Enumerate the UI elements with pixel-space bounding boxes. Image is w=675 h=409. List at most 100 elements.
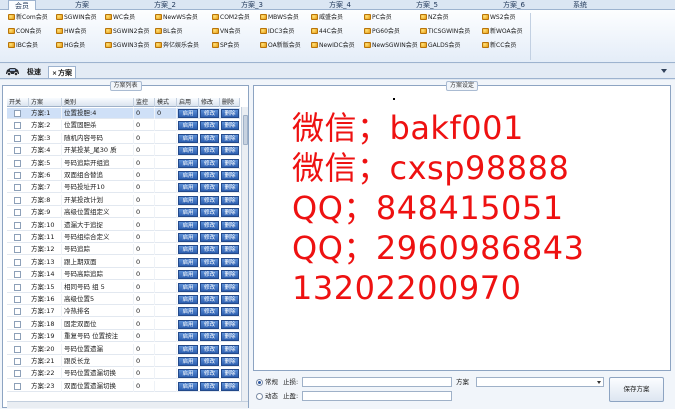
member-button[interactable]: OA新版会员 (260, 40, 301, 52)
regular-radio[interactable] (256, 379, 263, 386)
table-row[interactable]: 方案:11 号码组综合定义 0 启用 修改 删除 (7, 232, 240, 243)
edit-button[interactable]: 修改 (200, 220, 219, 230)
enable-button[interactable]: 启用 (178, 282, 198, 292)
edit-button[interactable]: 修改 (200, 183, 219, 193)
member-button[interactable]: SGWIN2会员 (105, 26, 149, 38)
table-row[interactable]: 方案:17 冷热排名 0 启用 修改 删除 (7, 306, 240, 318)
enable-button[interactable]: 启用 (178, 307, 198, 317)
edit-button[interactable]: 修改 (200, 369, 219, 379)
member-button[interactable]: SP会员 (212, 40, 239, 52)
enable-button[interactable]: 启用 (178, 332, 198, 342)
edit-button[interactable]: 修改 (200, 295, 219, 304)
row-switch-checkbox[interactable] (14, 370, 21, 378)
vertical-scrollbar[interactable] (241, 107, 248, 401)
member-button[interactable]: PG60会员 (364, 26, 400, 38)
member-button[interactable]: 新Com会员 (8, 12, 48, 24)
member-button[interactable]: CON会员 (8, 26, 41, 38)
edit-button[interactable]: 修改 (200, 171, 219, 180)
ribbon-tab-1[interactable]: 方案 (68, 0, 96, 10)
row-switch-checkbox[interactable] (14, 147, 21, 155)
delete-button[interactable]: 删除 (221, 220, 239, 230)
member-button[interactable]: NewIDC会员 (311, 40, 355, 52)
table-row[interactable]: 方案:22 号码位置遗漏切换 0 启用 修改 删除 (7, 368, 240, 380)
edit-button[interactable]: 修改 (200, 319, 219, 329)
enable-button[interactable]: 启用 (178, 344, 198, 354)
delete-button[interactable]: 删除 (221, 171, 239, 180)
row-switch-checkbox[interactable] (14, 159, 21, 167)
edit-button[interactable]: 修改 (200, 270, 219, 280)
member-button[interactable]: SGWIN3会员 (105, 40, 149, 52)
delete-button[interactable]: 删除 (221, 195, 239, 205)
row-switch-checkbox[interactable] (14, 258, 21, 266)
member-button[interactable]: IDC3会员 (260, 26, 294, 38)
row-switch-checkbox[interactable] (14, 221, 21, 229)
delete-button[interactable]: 删除 (221, 270, 239, 280)
row-switch-checkbox[interactable] (14, 296, 21, 303)
edit-button[interactable]: 修改 (200, 109, 219, 118)
edit-button[interactable]: 修改 (200, 158, 219, 168)
edit-button[interactable]: 修改 (200, 195, 219, 205)
row-switch-checkbox[interactable] (14, 271, 21, 279)
enable-button[interactable]: 启用 (178, 319, 198, 329)
row-switch-checkbox[interactable] (14, 172, 21, 179)
scheme-select[interactable] (476, 377, 604, 387)
row-switch-checkbox[interactable] (14, 246, 21, 254)
row-switch-checkbox[interactable] (14, 184, 21, 192)
delete-button[interactable]: 删除 (221, 233, 239, 242)
edit-button[interactable]: 修改 (200, 307, 219, 317)
table-row[interactable]: 方案:23 双面位置遗漏切换 0 启用 修改 删除 (7, 380, 240, 392)
dynamic-radio[interactable] (256, 393, 263, 400)
delete-button[interactable]: 删除 (221, 146, 239, 156)
edit-button[interactable]: 修改 (200, 245, 219, 255)
table-row[interactable]: 方案:7 号码投址开10 0 启用 修改 删除 (7, 182, 240, 194)
member-button[interactable]: 威盛会员 (311, 12, 343, 24)
row-switch-checkbox[interactable] (14, 122, 21, 130)
edit-button[interactable]: 修改 (200, 233, 219, 242)
enable-button[interactable]: 启用 (178, 295, 198, 304)
member-button[interactable]: IBC会员 (8, 40, 38, 52)
close-icon[interactable]: × (52, 70, 57, 77)
chevron-down-icon[interactable] (661, 69, 667, 73)
row-switch-checkbox[interactable] (14, 320, 21, 328)
enable-button[interactable]: 启用 (178, 208, 198, 218)
edit-button[interactable]: 修改 (200, 344, 219, 354)
table-row[interactable]: 方案:10 遗漏大于追捉 0 启用 修改 删除 (7, 219, 240, 231)
member-button[interactable]: NZ会员 (420, 12, 449, 24)
ribbon-tab-2[interactable]: 方案_2 (145, 0, 185, 10)
edit-button[interactable]: 修改 (200, 146, 219, 156)
edit-button[interactable]: 修改 (200, 357, 219, 366)
grid-column-header[interactable]: 类别 (62, 98, 134, 107)
delete-button[interactable]: 删除 (221, 133, 239, 143)
stop-loss-input[interactable] (302, 391, 452, 401)
member-button[interactable]: NewWS会员 (155, 12, 198, 24)
row-switch-checkbox[interactable] (14, 110, 21, 117)
delete-button[interactable]: 删除 (221, 344, 239, 354)
ribbon-tab-3[interactable]: 方案_3 (232, 0, 272, 10)
delete-button[interactable]: 删除 (221, 282, 239, 292)
enable-button[interactable]: 启用 (178, 270, 198, 280)
grid-column-header[interactable]: 监控 (134, 98, 155, 107)
row-switch-checkbox[interactable] (14, 196, 21, 204)
member-button[interactable]: WS2会员 (482, 12, 516, 24)
table-row[interactable]: 方案:3 随机内容号码 0 启用 修改 删除 (7, 132, 240, 144)
save-scheme-button[interactable]: 保存方案 (609, 377, 664, 402)
table-row[interactable]: 方案:20 号码位置遗漏 0 启用 修改 删除 (7, 343, 240, 355)
table-row[interactable]: 方案:14 号码高踪追踪 0 启用 修改 删除 (7, 269, 240, 281)
delete-button[interactable]: 删除 (221, 245, 239, 255)
table-row[interactable]: 方案:9 高级位置组定义 0 启用 修改 删除 (7, 207, 240, 219)
member-button[interactable]: VN会员 (212, 26, 241, 38)
ribbon-tab-7[interactable]: 系统 (566, 0, 594, 10)
table-row[interactable]: 方案:1 位置投胆:4 0 0 启用 修改 删除 (7, 108, 240, 119)
member-button[interactable]: MBWS会员 (260, 12, 299, 24)
member-button[interactable]: HW会员 (56, 26, 86, 38)
delete-button[interactable]: 删除 (221, 109, 239, 118)
table-row[interactable]: 方案:2 位置固胆杀 0 启用 修改 删除 (7, 120, 240, 132)
delete-button[interactable]: 删除 (221, 319, 239, 329)
grid-column-header[interactable]: 修改 (199, 98, 220, 107)
enable-button[interactable]: 启用 (178, 183, 198, 193)
enable-button[interactable]: 启用 (178, 245, 198, 255)
member-button[interactable]: 新WOA会员 (482, 26, 523, 38)
delete-button[interactable]: 删除 (221, 357, 239, 366)
delete-button[interactable]: 删除 (221, 307, 239, 317)
enable-button[interactable]: 启用 (178, 133, 198, 143)
